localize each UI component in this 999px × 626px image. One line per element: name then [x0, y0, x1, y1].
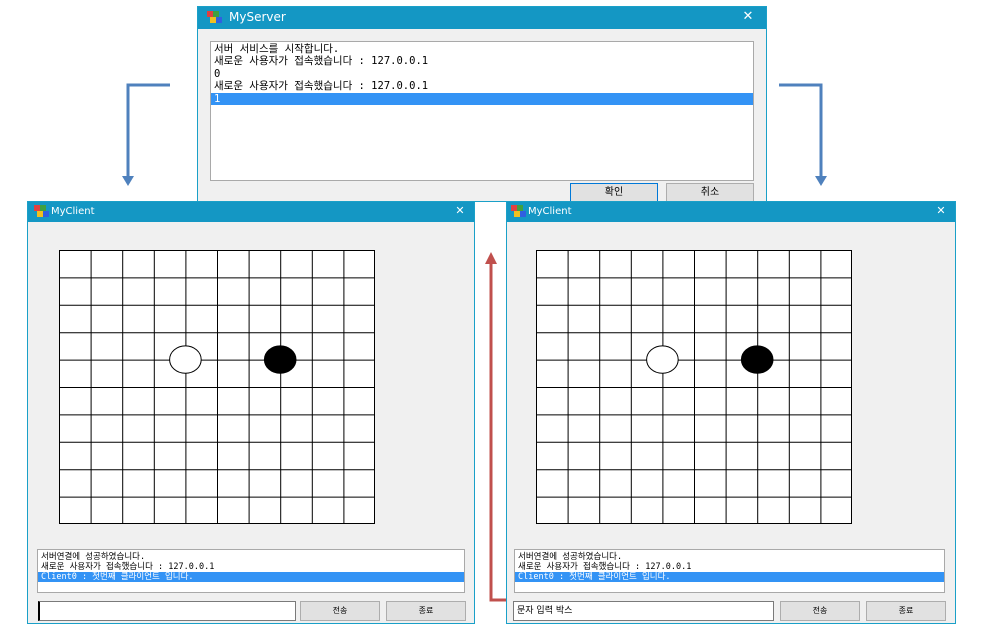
close-icon[interactable]: ✕: [736, 9, 760, 24]
exit-button[interactable]: 종료: [866, 601, 946, 621]
list-item[interactable]: 0: [211, 68, 753, 80]
list-item[interactable]: Client0 : 첫번째 클라이언트 입니다.: [515, 572, 944, 582]
list-item[interactable]: 새로운 사용자가 접속했습니다 : 127.0.0.1: [211, 55, 753, 67]
list-item[interactable]: 서버연결에 성공하였습니다.: [38, 552, 464, 562]
send-button[interactable]: 전송: [300, 601, 380, 621]
chat-log-list[interactable]: 서버연결에 성공하였습니다. 새로운 사용자가 접속했습니다 : 127.0.0.…: [514, 549, 945, 593]
client-window-title: MyClient: [51, 206, 95, 217]
exit-button[interactable]: 종료: [386, 601, 466, 621]
omok-board[interactable]: [59, 250, 375, 524]
list-item[interactable]: 새로운 사용자가 접속했습니다 : 127.0.0.1: [38, 562, 464, 572]
client-titlebar: MyClient ✕: [507, 202, 955, 222]
list-item[interactable]: 새로운 사용자가 접속했습니다 : 127.0.0.1: [515, 562, 944, 572]
white-stone: [169, 345, 202, 374]
server-titlebar: MyServer ✕: [198, 7, 766, 29]
message-input[interactable]: [38, 601, 296, 621]
list-item[interactable]: 1: [211, 92, 753, 106]
app-icon: [34, 205, 50, 219]
ok-button[interactable]: 확인: [570, 183, 658, 203]
list-item[interactable]: Client0 : 첫번째 클라이언트 입니다.: [38, 572, 464, 582]
cancel-button[interactable]: 취소: [666, 183, 754, 203]
server-window-title: MyServer: [229, 10, 286, 24]
white-stone: [646, 345, 679, 374]
close-icon[interactable]: ✕: [450, 204, 470, 217]
black-stone: [740, 345, 774, 374]
server-log-list[interactable]: 서버 서비스를 시작합니다. 새로운 사용자가 접속했습니다 : 127.0.0.…: [210, 41, 754, 181]
app-icon: [511, 205, 527, 219]
list-item[interactable]: 서버 서비스를 시작합니다.: [211, 43, 753, 55]
message-input[interactable]: 문자 입력 박스: [513, 601, 774, 621]
app-icon: [207, 11, 223, 25]
client-window-right: MyClient ✕ 서버연결에 성공하였습니다. 새로운 사용자가 접속했습니다…: [506, 201, 956, 624]
omok-board[interactable]: [536, 250, 852, 524]
chat-log-list[interactable]: 서버연결에 성공하였습니다. 새로운 사용자가 접속했습니다 : 127.0.0.…: [37, 549, 465, 593]
arrow-server-to-right-client: [779, 83, 827, 186]
arrow-server-to-left-client: [122, 83, 170, 186]
client-window-title: MyClient: [528, 206, 572, 217]
send-button[interactable]: 전송: [780, 601, 860, 621]
client-window-left: MyClient ✕ 서버연결에 성공하였습니다. 새로운 사용자가 접속했습니다…: [27, 201, 475, 624]
server-window: MyServer ✕ 서버 서비스를 시작합니다. 새로운 사용자가 접속했습니다…: [197, 6, 767, 203]
client-titlebar: MyClient ✕: [28, 202, 474, 222]
black-stone: [263, 345, 297, 374]
close-icon[interactable]: ✕: [931, 204, 951, 217]
list-item[interactable]: 새로운 사용자가 접속했습니다 : 127.0.0.1: [211, 80, 753, 92]
list-item[interactable]: 서버연결에 성공하였습니다.: [515, 552, 944, 562]
